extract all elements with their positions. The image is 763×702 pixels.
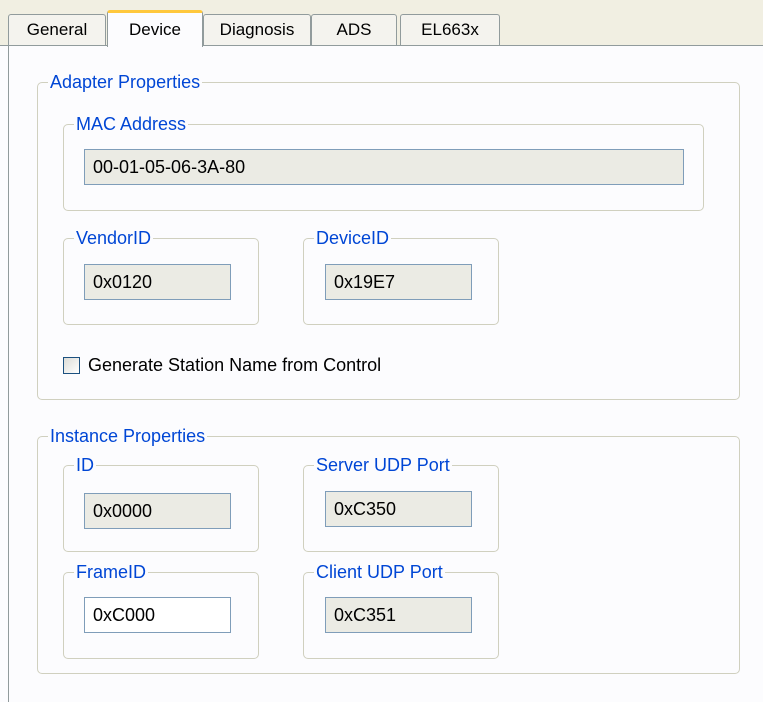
tab-general[interactable]: General bbox=[8, 14, 106, 45]
id-field[interactable]: 0x0000 bbox=[84, 493, 231, 529]
frame-id-field[interactable]: 0xC000 bbox=[84, 597, 231, 633]
tab-ads[interactable]: ADS bbox=[311, 14, 397, 45]
instance-properties-title: Instance Properties bbox=[50, 426, 206, 446]
device-id-field[interactable]: 0x19E7 bbox=[325, 264, 472, 300]
tab-diagnosis[interactable]: Diagnosis bbox=[203, 14, 311, 45]
device-id-label: DeviceID bbox=[316, 228, 390, 248]
server-udp-port-label: Server UDP Port bbox=[316, 455, 450, 475]
tab-strip: General Device Diagnosis ADS EL663x bbox=[0, 0, 763, 47]
generate-station-name-option[interactable]: Generate Station Name from Control bbox=[63, 354, 381, 376]
server-udp-port-field[interactable]: 0xC350 bbox=[325, 491, 472, 527]
client-udp-port-field[interactable]: 0xC351 bbox=[325, 597, 472, 633]
adapter-properties-title: Adapter Properties bbox=[50, 72, 201, 92]
mac-address-field[interactable]: 00-01-05-06-3A-80 bbox=[84, 149, 684, 185]
vendor-id-label: VendorID bbox=[76, 228, 152, 248]
client-udp-port-label: Client UDP Port bbox=[316, 562, 443, 582]
id-label: ID bbox=[76, 455, 94, 475]
tab-device[interactable]: Device bbox=[107, 10, 203, 47]
generate-station-name-checkbox[interactable] bbox=[63, 356, 80, 374]
mac-address-label: MAC Address bbox=[76, 114, 187, 134]
generate-station-name-label[interactable]: Generate Station Name from Control bbox=[88, 355, 381, 376]
tab-el663x[interactable]: EL663x bbox=[400, 14, 500, 45]
frame-id-label: FrameID bbox=[76, 562, 147, 582]
vendor-id-field[interactable]: 0x0120 bbox=[84, 264, 231, 300]
